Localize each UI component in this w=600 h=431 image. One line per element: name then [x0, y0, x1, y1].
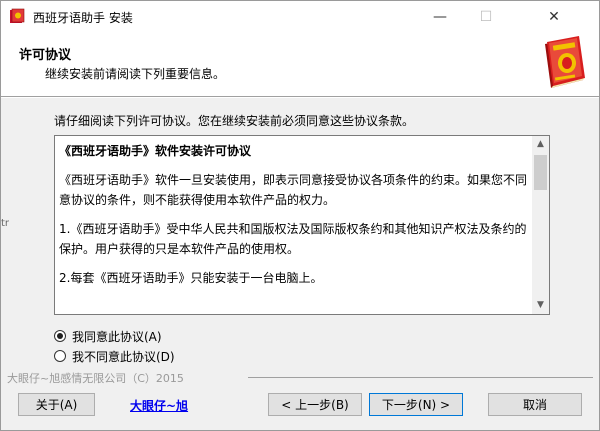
decline-radio-option[interactable]: 我不同意此协议(D): [54, 347, 175, 365]
installer-window: 西班牙语助手 安装 — ☐ ✕ 许可协议 继续安装前请阅读下列重要信息。 tr …: [0, 0, 600, 431]
license-paragraph: 《西班牙语助手》软件一旦安装使用，即表示同意接受协议各项条件的约束。如果您不同意…: [59, 172, 528, 208]
license-paragraph: 1.《西班牙语助手》受中华人民共和国版权法及国际版权条约和其他知识产权法及条约的…: [59, 221, 527, 257]
copyright-text: 大眼仔~旭感情无限公司（C）2015: [7, 372, 184, 385]
decline-radio-label[interactable]: 我不同意此协议(D): [72, 348, 175, 365]
wizard-header: 许可协议 继续安装前请阅读下列重要信息。: [1, 32, 599, 96]
close-button[interactable]: ✕: [531, 1, 577, 32]
window-title: 西班牙语助手 安装: [33, 11, 133, 25]
scroll-down-arrow-icon[interactable]: ▼: [532, 297, 549, 314]
footer-divider: [248, 377, 593, 378]
accept-radio-label[interactable]: 我同意此协议(A): [72, 328, 162, 345]
license-prompt: 请仔细阅读下列许可协议。您在继续安装前必须同意这些协议条款。: [54, 114, 415, 128]
maximize-button[interactable]: ☐: [463, 1, 509, 32]
page-subtitle: 继续安装前请阅读下列重要信息。: [45, 67, 226, 81]
back-button[interactable]: < 上一步(B): [268, 393, 362, 416]
author-link[interactable]: 大眼仔~旭: [130, 397, 188, 414]
radio-selected-dot: [57, 333, 63, 339]
accept-radio-option[interactable]: 我同意此协议(A): [54, 327, 162, 345]
side-mark: tr: [1, 218, 10, 229]
dictionary-book-icon: [545, 36, 585, 88]
decline-radio[interactable]: [54, 350, 66, 362]
scroll-up-arrow-icon[interactable]: ▲: [532, 136, 549, 153]
about-button[interactable]: 关于(A): [18, 393, 95, 416]
app-icon: [10, 8, 25, 23]
license-heading: 《西班牙语助手》软件安装许可协议: [59, 144, 252, 158]
title-bar: 西班牙语助手 安装 — ☐ ✕: [1, 1, 599, 32]
minimize-icon: —: [433, 8, 447, 25]
license-scrollbar[interactable]: ▲ ▼: [532, 136, 549, 314]
next-button[interactable]: 下一步(N) >: [369, 393, 463, 416]
cancel-button[interactable]: 取消: [488, 393, 582, 416]
accept-radio[interactable]: [54, 330, 66, 342]
license-text-box[interactable]: 《西班牙语助手》软件安装许可协议 《西班牙语助手》软件一旦安装使用，即表示同意接…: [54, 135, 550, 315]
maximize-icon: ☐: [479, 8, 493, 25]
close-icon: ✕: [548, 8, 560, 25]
license-paragraph: 2.每套《西班牙语助手》只能安装于一台电脑上。: [59, 270, 323, 285]
page-title: 许可协议: [19, 48, 72, 63]
scroll-thumb[interactable]: [534, 155, 547, 190]
license-content: 《西班牙语助手》软件安装许可协议 《西班牙语助手》软件一旦安装使用，即表示同意接…: [59, 141, 527, 296]
minimize-button[interactable]: —: [417, 1, 463, 32]
